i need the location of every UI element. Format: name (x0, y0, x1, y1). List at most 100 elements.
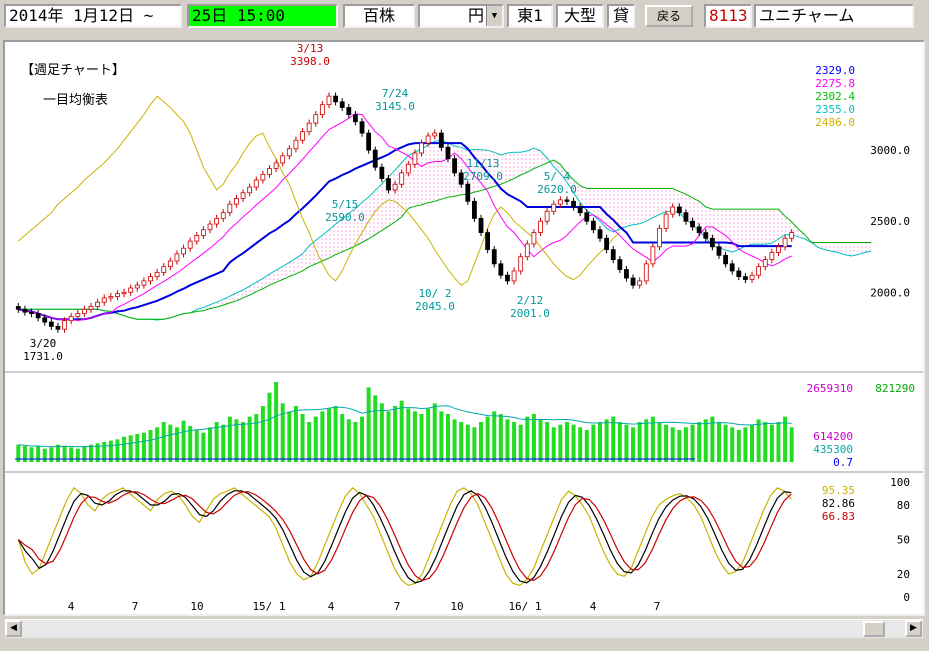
candle-body (670, 206, 676, 215)
candle-body (353, 114, 358, 123)
chart-subtitle: 一目均衡表 (43, 93, 108, 108)
price-tick-label: 2500.0 (870, 215, 910, 228)
volume-bar (545, 422, 550, 462)
volume-bar (518, 424, 523, 462)
candle-body (789, 232, 795, 239)
volume-bar (730, 427, 735, 462)
volume-bar (492, 411, 497, 462)
volume-bar (763, 422, 768, 462)
annotation-price: 2045.0 (415, 300, 455, 313)
volume-bar (155, 427, 160, 462)
candle-body (729, 263, 735, 272)
volume-bar (604, 419, 609, 462)
volume-bar (479, 422, 484, 462)
candle-body (663, 213, 669, 229)
volume-bar (69, 447, 74, 462)
scroll-left-icon[interactable]: ◀ (5, 620, 22, 637)
candle-body (214, 217, 220, 225)
volume-bar (241, 422, 246, 462)
candle-body (121, 291, 127, 295)
candle-body (683, 212, 689, 222)
toolbar: 2014年 1月12日 ~ 25日 15:00 百株 円 ▼ 東1 大型 貸 戻… (0, 0, 929, 32)
oscillator-tick-label: 100 (890, 476, 910, 489)
candle-body (293, 139, 299, 150)
volume-bar (584, 430, 589, 462)
candle-body (379, 166, 385, 179)
volume-bar (393, 406, 398, 462)
candle-body (62, 320, 67, 330)
candle-body (22, 308, 28, 313)
code-field[interactable]: 8113 (704, 4, 752, 28)
candle-body (187, 240, 193, 249)
volume-bar (571, 424, 576, 462)
volume-bar (677, 430, 682, 462)
candle-body (498, 263, 504, 276)
volume-bar (657, 422, 662, 462)
annotation-price: 2709.0 (463, 170, 503, 183)
candle-body (148, 276, 153, 282)
candle-body (115, 293, 120, 297)
candle-body (386, 178, 391, 191)
candle-body (419, 142, 424, 154)
candle-body (571, 200, 576, 208)
chevron-down-icon[interactable]: ▼ (486, 6, 502, 26)
candle-body (313, 114, 319, 124)
volume-bar (736, 430, 741, 462)
candle-body (101, 297, 107, 303)
volume-bar (128, 435, 133, 462)
candle-body (326, 95, 332, 106)
annotation-price: 1731.0 (23, 350, 63, 363)
volume-bar (300, 414, 305, 462)
volume-bar (716, 422, 721, 462)
volume-bar (776, 422, 781, 462)
candle-body (696, 226, 702, 233)
candle-body (108, 296, 114, 299)
candle-body (630, 277, 636, 286)
candle-body (769, 252, 775, 260)
horizontal-scrollbar[interactable]: ◀ ▶ (5, 619, 923, 638)
volume-bar (498, 414, 503, 462)
candle-body (538, 220, 543, 233)
candle-body (465, 183, 471, 202)
candle-body (723, 254, 728, 265)
annotation-date: 3/13 (297, 42, 324, 55)
x-tick-label: 16/ 1 (508, 600, 541, 613)
candle-body (260, 173, 266, 181)
volume-bar (743, 427, 748, 462)
candle-body (161, 266, 167, 273)
candle-body (234, 198, 239, 205)
scroll-right-icon[interactable]: ▶ (905, 620, 922, 637)
candle-body (690, 220, 695, 228)
volume-legend-value: 2659310 (807, 382, 853, 395)
scroll-thumb[interactable] (863, 621, 885, 637)
volume-bar (512, 422, 517, 462)
candle-body (29, 311, 34, 314)
volume-bar (326, 408, 331, 462)
volume-bar (188, 426, 193, 462)
candle-body (412, 152, 418, 165)
candle-body (703, 232, 709, 239)
volume-bar (333, 406, 338, 462)
volume-bar (485, 416, 490, 462)
candle-body (590, 220, 596, 231)
start-date-field[interactable]: 2014年 1月12日 ~ (4, 4, 182, 28)
candle-body (524, 243, 530, 258)
candle-body (372, 149, 378, 168)
currency-select[interactable]: 円 ▼ (418, 4, 504, 28)
candle-body (267, 168, 272, 175)
volume-bar (340, 414, 345, 462)
candle-body (286, 148, 292, 157)
chart-area: 【週足チャート】 一目均衡表 3000.0 2500.0 2000.0 2329.0 227… (3, 40, 925, 616)
volume-bar (346, 419, 351, 462)
x-tick-label: 7 (132, 600, 139, 613)
candle-body (491, 249, 497, 265)
back-button[interactable]: 戻る (645, 5, 693, 27)
volume-bar (148, 430, 153, 462)
candle-body (346, 107, 352, 116)
end-date-field[interactable]: 25日 15:00 (187, 4, 338, 28)
annotation-price: 3145.0 (375, 100, 415, 113)
annotation-date: 5/ 4 (544, 170, 571, 183)
candle-body (247, 186, 253, 194)
volume-legend-value: 821290 (875, 382, 915, 395)
candle-body (95, 301, 101, 307)
